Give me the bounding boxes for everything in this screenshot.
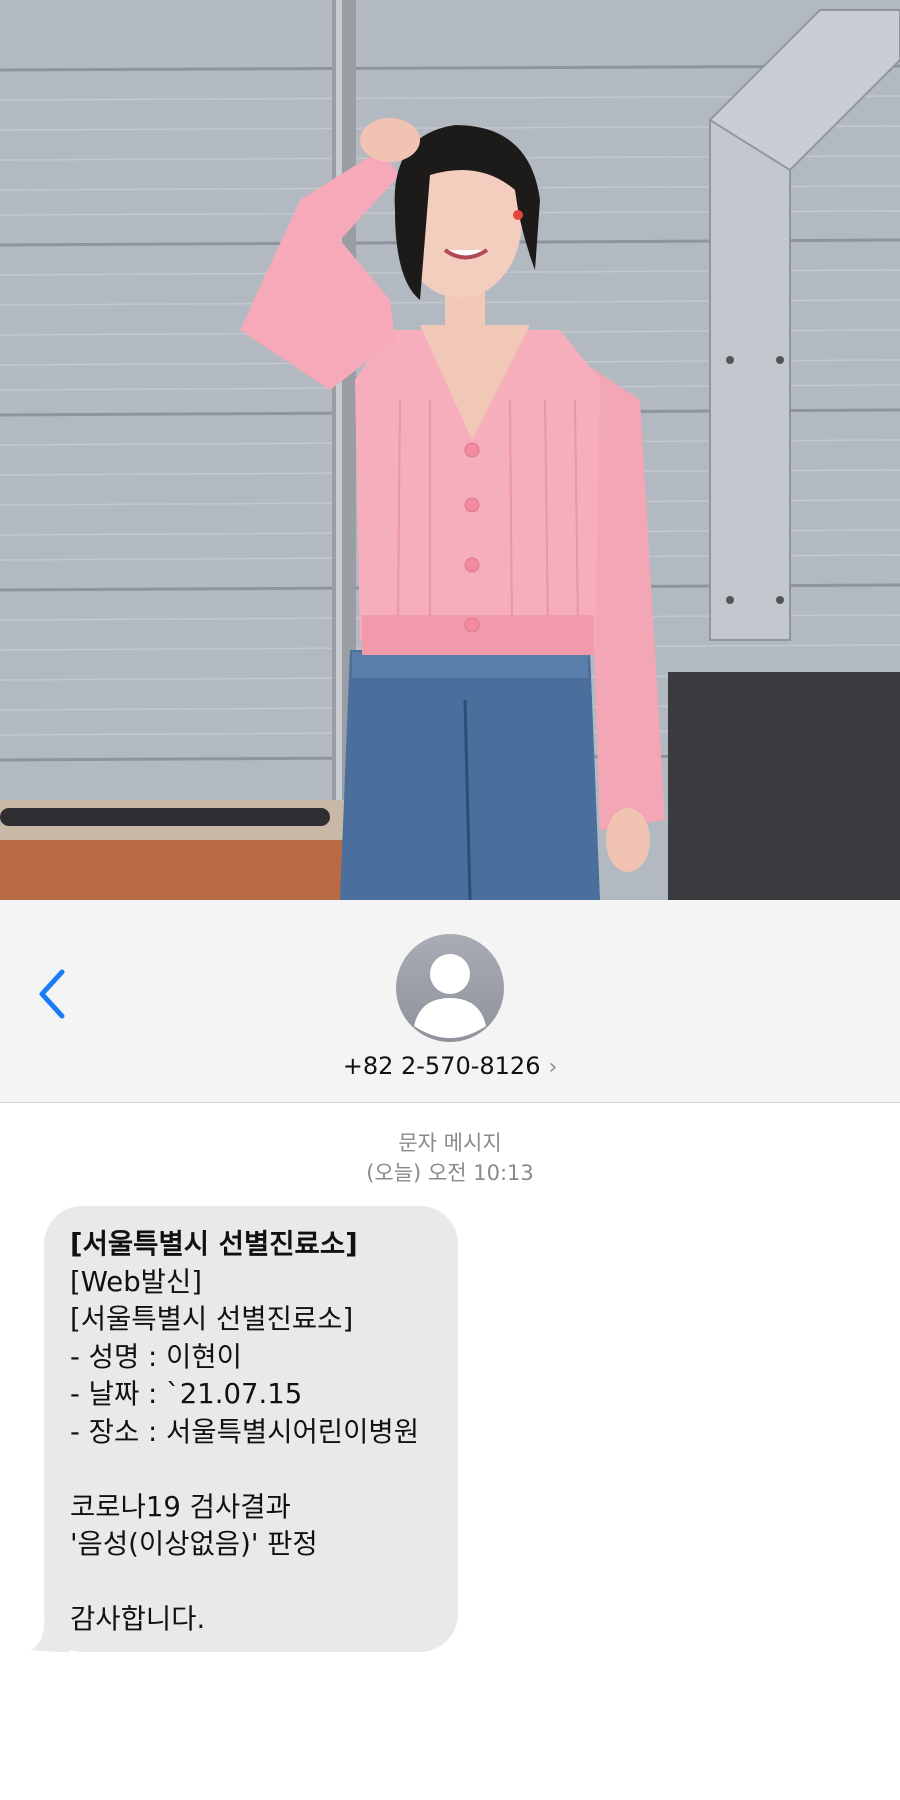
person-silhouette-icon xyxy=(414,954,486,1038)
message-line xyxy=(70,1564,432,1602)
message-timestamp: (오늘) 오전 10:13 xyxy=(366,1161,534,1185)
message-line: '음성(이상없음)' 판정 xyxy=(70,1528,318,1560)
contact-avatar[interactable] xyxy=(396,934,504,1042)
message-header: +82 2-570-8126 › xyxy=(0,900,900,1103)
message-line xyxy=(70,1451,432,1489)
message-line: [Web발신] xyxy=(70,1265,203,1298)
chevron-right-icon: › xyxy=(548,1055,558,1080)
contact-number: +82 2-570-8126 xyxy=(342,1052,541,1080)
chevron-left-icon xyxy=(39,969,65,1019)
message-line: [서울특별시 선별진료소] xyxy=(70,1228,358,1260)
message-line: 감사합니다. xyxy=(70,1603,206,1635)
thread-meta: 문자 메시지 (오늘) 오전 10:13 xyxy=(0,1128,900,1188)
photo-woman-pink-cardigan xyxy=(0,0,900,900)
message-line: - 장소 : 서울특별시어린이병원 xyxy=(70,1415,420,1448)
message-line: 코로나19 검사결과 xyxy=(70,1490,291,1523)
incoming-message-bubble[interactable]: [서울특별시 선별진료소] [Web발신] [서울특별시 선별진료소] - 성명… xyxy=(30,1206,458,1652)
message-type-label: 문자 메시지 xyxy=(398,1131,502,1155)
message-line: - 날짜 : `21.07.15 xyxy=(70,1378,303,1410)
bubble-tail xyxy=(30,1622,70,1652)
message-line: - 성명 : 이현이 xyxy=(70,1340,242,1373)
photo-illustration xyxy=(0,0,900,900)
orange-floor xyxy=(0,840,360,900)
message-line: [서울특별시 선별진료소] xyxy=(70,1303,354,1335)
back-button[interactable] xyxy=(34,964,74,1024)
dark-cabinet xyxy=(668,672,900,900)
contact-name-button[interactable]: +82 2-570-8126 › xyxy=(0,1052,900,1080)
